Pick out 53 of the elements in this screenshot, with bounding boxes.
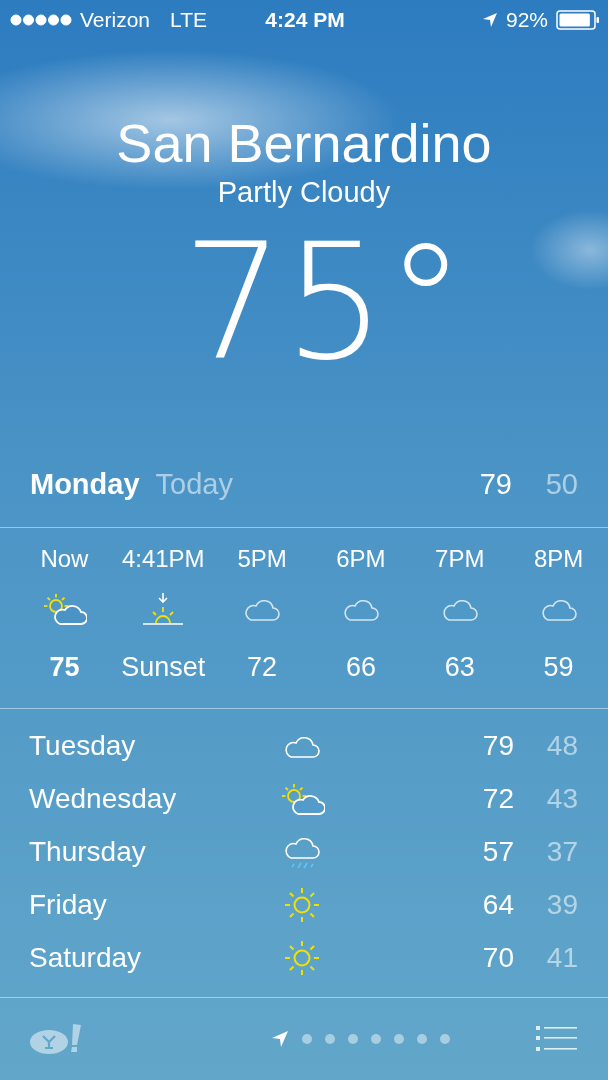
hour-temperature: 72	[247, 651, 278, 684]
high-temperature: 64	[481, 888, 514, 921]
hour-temperature: Sunset	[121, 651, 206, 684]
list-icon[interactable]	[536, 1026, 578, 1052]
hour-label: 6PM	[336, 544, 386, 574]
signal-icon	[10, 14, 72, 26]
page-dot[interactable]	[394, 1034, 404, 1044]
page-dot[interactable]	[417, 1034, 427, 1044]
hour-label: Now	[40, 544, 89, 574]
network-type: LTE	[170, 8, 207, 32]
low-temperature: 39	[545, 888, 578, 921]
high-temperature: 70	[481, 941, 514, 974]
hour-label: 7PM	[435, 544, 485, 574]
low-temperature: 43	[545, 782, 578, 815]
low-temperature: 48	[545, 729, 578, 762]
low-temperature: 37	[545, 835, 578, 868]
high-temperature: 72	[481, 782, 514, 815]
hour-label: 8PM	[533, 544, 584, 574]
day-name: Wednesday	[29, 782, 178, 815]
high-temperature: 79	[478, 467, 512, 501]
location-arrow-icon	[481, 12, 498, 28]
status-time: 4:24 PM	[265, 8, 345, 32]
day-name: Monday	[30, 467, 140, 501]
location-page-icon[interactable]	[271, 1030, 289, 1048]
page-dot[interactable]	[325, 1034, 335, 1044]
sun-cloud-icon	[279, 781, 325, 816]
today-label: Today	[155, 467, 234, 501]
current-temperature: 75°	[181, 210, 466, 395]
hour-temperature: 59	[543, 651, 574, 684]
low-temperature: 41	[545, 941, 578, 974]
hour-temperature: 66	[345, 651, 376, 684]
page-dot[interactable]	[302, 1034, 312, 1044]
day-name: Friday	[29, 888, 108, 921]
page-dot[interactable]	[371, 1034, 381, 1044]
battery-icon	[556, 10, 600, 30]
high-temperature: 57	[481, 835, 514, 868]
battery-percent: 92%	[505, 8, 548, 32]
day-name: Tuesday	[29, 729, 137, 762]
day-name: Thursday	[29, 835, 147, 868]
hour-temperature: 75	[49, 651, 80, 684]
low-temperature: 50	[544, 467, 578, 501]
page-dot[interactable]	[440, 1034, 450, 1044]
sun-cloud-icon	[41, 592, 88, 626]
condition-text: Partly Cloudy	[217, 175, 391, 210]
city-name: San Bernardino	[116, 112, 492, 175]
hour-label: 5PM	[237, 544, 287, 574]
page-dot[interactable]	[348, 1034, 358, 1044]
carrier-name: Verizon	[80, 8, 151, 32]
sunset-icon	[141, 592, 186, 626]
hour-label: 4:41PM	[121, 544, 205, 574]
day-name: Saturday	[29, 941, 143, 974]
high-temperature: 79	[481, 729, 514, 762]
hour-temperature: 63	[444, 651, 475, 684]
